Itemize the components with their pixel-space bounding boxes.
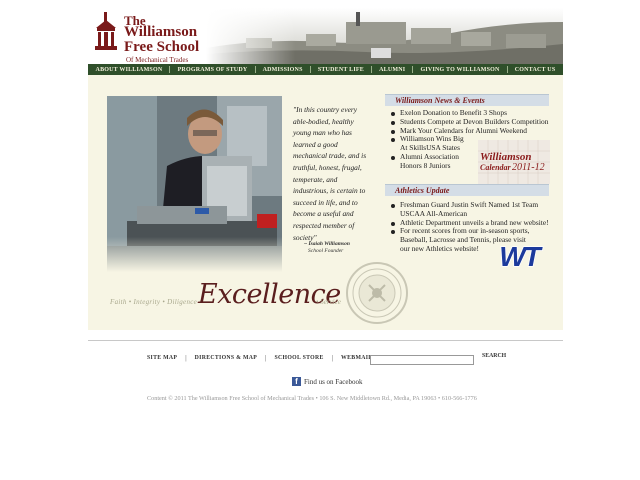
nav-divider — [506, 66, 508, 73]
footer-divider — [88, 340, 563, 341]
footer-link-divider: | — [185, 354, 187, 362]
nav-giving[interactable]: Giving to Williamson — [421, 67, 500, 73]
school-seal-icon — [346, 262, 408, 324]
footer-link-divider: | — [331, 354, 334, 362]
news-section-header: Williamson News & Events — [385, 94, 549, 106]
athletics-heading: Athletics Update — [395, 186, 450, 195]
nav-divider — [371, 66, 373, 73]
campus-panorama-image — [206, 8, 563, 64]
quote-author-role: School Founder — [308, 248, 344, 254]
wt-logo-text: WT — [499, 241, 543, 271]
logo-name-line-1: Williamson — [124, 24, 198, 40]
student-machinist-photo — [107, 96, 282, 272]
calendar-year: 2011-12 — [512, 162, 545, 173]
calendar-subtitle: Calendar — [480, 163, 512, 172]
main-content-panel: "In this country every able-bodied, heal… — [88, 75, 563, 330]
nav-contact-us[interactable]: Contact Us — [515, 67, 556, 73]
nav-programs-of-study[interactable]: Programs of Study — [178, 67, 248, 73]
calendar-graphic[interactable]: Williamson Calendar 2011-12 — [478, 140, 550, 184]
search-button[interactable]: Search — [482, 353, 506, 359]
schoolhouse-emblem-icon — [95, 12, 117, 50]
values-tagline-service: • Service — [316, 298, 341, 306]
athletics-section-header: Athletics Update — [385, 184, 549, 196]
founder-quote: "In this country every able-bodied, heal… — [293, 105, 367, 242]
footer-link-divider: | — [265, 354, 267, 362]
nav-divider — [309, 66, 311, 73]
search-input[interactable] — [370, 355, 474, 365]
nav-divider — [254, 66, 256, 73]
main-navigation: About Williamson Programs of Study Admis… — [88, 64, 563, 75]
quote-author: ~ Isaiah Williamson — [304, 241, 350, 247]
nav-alumni[interactable]: Alumni — [379, 67, 405, 73]
copyright-text: Content © 2011 The Williamson Free Schoo… — [147, 395, 477, 402]
news-item[interactable]: Williamson Wins Big At SkillsUSA States — [388, 135, 468, 153]
wt-athletics-logo-icon[interactable]: WT — [486, 241, 552, 271]
footer-directions-link[interactable]: Directions & Map — [195, 355, 257, 361]
footer-site-map-link[interactable]: Site Map — [147, 355, 177, 361]
site-header: The Williamson Free School Of Mechanical… — [88, 8, 563, 64]
nav-about-williamson[interactable]: About Williamson — [96, 67, 163, 73]
facebook-icon: f — [292, 377, 301, 386]
footer-school-store-link[interactable]: School Store — [275, 355, 324, 361]
nav-divider — [412, 66, 414, 73]
nav-student-life[interactable]: Student Life — [318, 67, 364, 73]
logo-subtitle: Of Mechanical Trades — [126, 56, 189, 64]
news-item[interactable]: Alumni Association Honors 8 Juniors — [388, 152, 468, 171]
nav-divider — [169, 66, 171, 73]
values-tagline: Faith • Integrity • Diligence • — [110, 298, 202, 306]
athletics-item[interactable]: Freshman Guard Justin Swift Named 1st Te… — [388, 200, 553, 219]
news-heading: Williamson News & Events — [395, 96, 485, 105]
nav-admissions[interactable]: Admissions — [263, 67, 303, 73]
facebook-link-text: Find us on Facebook — [304, 377, 363, 386]
school-logo[interactable]: The Williamson Free School Of Mechanical… — [88, 8, 208, 64]
logo-name-line-2: Free School — [124, 39, 200, 55]
facebook-link[interactable]: f Find us on Facebook — [292, 377, 363, 386]
